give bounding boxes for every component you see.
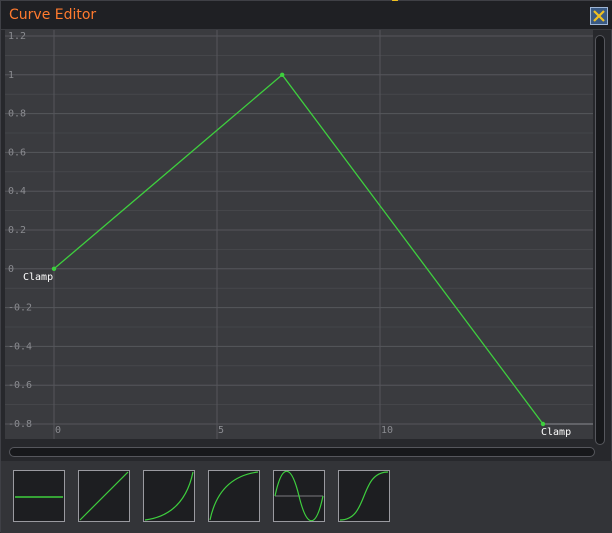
ease-in-curve-icon: [144, 471, 194, 521]
close-x-icon: [593, 10, 605, 22]
x-tick-label: 0: [55, 425, 61, 436]
ease-out-curve-icon: [209, 471, 259, 521]
y-tick-label: -0.6: [8, 380, 32, 391]
keyframe-point: [540, 421, 546, 427]
clamp-label: Clamp: [541, 427, 571, 438]
y-tick-label: 1.2: [8, 31, 26, 42]
y-tick-label: 0.2: [8, 225, 26, 236]
window-title: Curve Editor: [9, 7, 97, 23]
ease-in-out-curve-icon: [339, 471, 389, 521]
x-tick-label: 10: [381, 425, 393, 436]
title-bar[interactable]: Curve Editor: [1, 1, 612, 30]
x-tick-label: 5: [218, 425, 224, 436]
horizontal-scrollbar[interactable]: [9, 447, 595, 457]
curve-chart[interactable]: 1.2 1 0.8 0.6 0.4 0.2 0 -0.2 -0.4 -0.6 -0.8 0 5 10 Cla…: [5, 30, 593, 439]
y-tick-label: -0.2: [8, 303, 32, 314]
preset-curve-strip: [1, 461, 612, 533]
sine-curve-icon: [274, 471, 324, 521]
preset-constant-button[interactable]: [13, 470, 65, 522]
clamp-label: Clamp: [23, 272, 53, 283]
linear-curve-icon: [79, 471, 129, 521]
close-button[interactable]: [590, 7, 608, 25]
preset-ease-in-button[interactable]: [143, 470, 195, 522]
y-tick-label: 0.4: [8, 186, 26, 197]
curve-editor-window: Curve Editor 1.2 1 0.8 0.6 0.4 0.2 0 -0.2 -0.4 -0…: [0, 0, 612, 533]
vertical-scrollbar[interactable]: [595, 35, 605, 445]
y-tick-label: -0.4: [8, 341, 32, 352]
y-tick-label: 1: [8, 70, 14, 81]
preset-sine-button[interactable]: [273, 470, 325, 522]
preset-ease-in-out-button[interactable]: [338, 470, 390, 522]
preset-ease-out-button[interactable]: [208, 470, 260, 522]
constant-curve-icon: [15, 496, 63, 498]
y-tick-label: 0.6: [8, 147, 26, 158]
y-tick-label: 0: [8, 264, 14, 275]
keyframe-point: [51, 266, 57, 271]
keyframe-point: [280, 72, 285, 77]
y-tick-label: 0.8: [8, 109, 26, 120]
y-tick-label: -0.8: [8, 419, 32, 430]
preset-linear-button[interactable]: [78, 470, 130, 522]
